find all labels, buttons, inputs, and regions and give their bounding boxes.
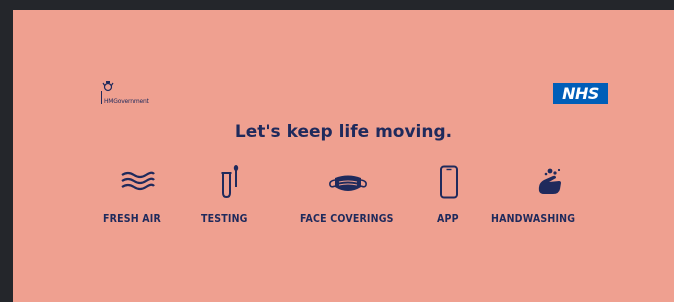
headline: Let's keep life moving.: [234, 122, 453, 142]
hm-government-text: HMGovernment: [104, 98, 149, 105]
testing-item: [220, 165, 240, 199]
wind-icon: [121, 171, 155, 191]
handwashing-label: HANDWASHING: [491, 213, 576, 225]
testing-label: TESTING: [201, 213, 248, 225]
app-item: [439, 165, 459, 199]
app-label: APP: [437, 213, 459, 225]
fresh-air-label: FRESH AIR: [103, 213, 161, 225]
handwashing-item: [535, 167, 565, 197]
fresh-air-item: [120, 170, 156, 192]
royal-crest-icon: [102, 81, 114, 92]
face-mask-icon: [329, 175, 367, 191]
face-coverings-item: [326, 173, 370, 195]
campaign-poster: HMGovernment NHS Let's keep life moving.…: [13, 10, 674, 302]
face-coverings-label: FACE COVERINGS: [300, 213, 394, 225]
logo-divider: [101, 91, 102, 104]
smartphone-icon: [440, 165, 458, 199]
nhs-logo: NHS: [553, 83, 608, 104]
handwashing-icon: [538, 168, 561, 194]
hm-government-logo: HMGovernment: [101, 80, 171, 114]
test-tube-swab-icon: [221, 165, 239, 199]
